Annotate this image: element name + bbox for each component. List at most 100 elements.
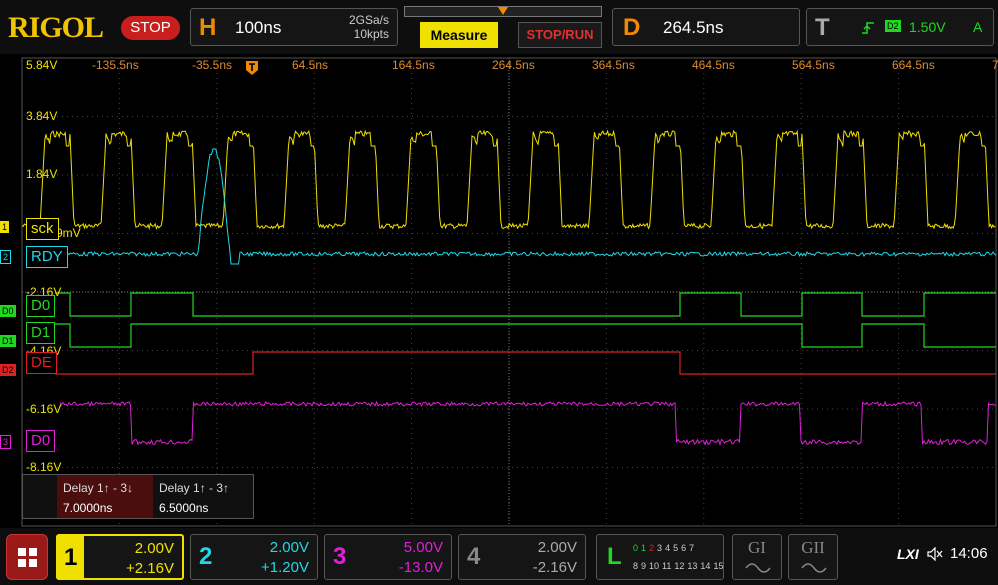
ch1-settings[interactable]: 1 2.00V +2.16V xyxy=(56,534,184,580)
d0-waveform xyxy=(55,292,996,317)
run-state-badge[interactable]: STOP xyxy=(121,16,180,40)
measure-button[interactable]: Measure xyxy=(420,22,498,48)
ch4-scale: 2.00V xyxy=(537,539,577,556)
trigger-letter: T xyxy=(815,14,830,41)
time-tick-7: 564.5ns xyxy=(792,58,835,72)
measurement-panel[interactable]: Delay 1↑ - 3↓ 7.0000ns Delay 1↑ - 3↑ 6.5… xyxy=(22,474,254,519)
delay-value: 264.5ns xyxy=(663,18,724,37)
measurement-1-value: 7.0000ns xyxy=(63,501,113,515)
time-tick-9: 764.5ns xyxy=(992,58,998,72)
ch2-number: 2 xyxy=(199,543,213,570)
logic-channel-8: 8 xyxy=(633,561,639,571)
grid-menu-icon xyxy=(18,548,37,567)
ch4-number: 4 xyxy=(467,543,481,570)
ch4-offset: -2.16V xyxy=(532,559,577,576)
waveform-area[interactable]: 5.84V 3.84V 1.84V 9mV -2.16V -4.16V -6.1… xyxy=(0,54,998,528)
logic-channel-7: 7 xyxy=(689,543,695,553)
time-tick-6: 464.5ns xyxy=(692,58,735,72)
volt-label-2: 1.84V xyxy=(26,167,58,181)
measurement-item-1[interactable]: Delay 1↑ - 3↓ 7.0000ns xyxy=(57,475,153,518)
sine-wave-icon xyxy=(745,563,771,573)
ch2-offset: +1.20V xyxy=(261,559,309,576)
volt-label-3: 9mV xyxy=(56,226,81,240)
ch3-label: D0 xyxy=(26,430,56,452)
clock: 14:06 xyxy=(950,545,988,562)
brand-logo: RIGOL xyxy=(8,11,104,44)
ch2-settings[interactable]: 2 2.00V +1.20V xyxy=(190,534,318,580)
logic-channel-9: 9 xyxy=(641,561,647,571)
logic-channel-2: 2 xyxy=(649,543,655,553)
ch3-scale: 5.00V xyxy=(403,539,443,556)
d1-label: D1 xyxy=(26,322,56,344)
top-status-bar: RIGOL STOP H 100ns 2GSa/s 10kpts Measure… xyxy=(0,0,998,54)
volt-label-m2: -8.16V xyxy=(26,460,62,474)
measurement-2-value: 6.5000ns xyxy=(159,501,209,515)
logic-channel-5: 5 xyxy=(673,543,679,553)
logic-channel-11: 11 xyxy=(662,561,672,571)
gen2-label: GII xyxy=(801,538,825,557)
time-tick-0: -135.5ns xyxy=(92,58,139,72)
waveform-canvas xyxy=(21,57,997,527)
menu-button[interactable] xyxy=(6,534,48,580)
trigger-marker-icon xyxy=(246,61,258,75)
ch1-offset: +2.16V xyxy=(126,560,174,577)
logic-channel-12: 12 xyxy=(674,561,685,571)
measurement-item-2[interactable]: Delay 1↑ - 3↑ 6.5000ns xyxy=(155,475,253,518)
time-tick-2: 64.5ns xyxy=(292,58,329,72)
waveform-position-bar[interactable] xyxy=(404,6,602,17)
ch1-label: sck xyxy=(26,218,59,240)
logic-channel-1: 1 xyxy=(641,543,647,553)
delay-panel[interactable]: D 264.5ns xyxy=(612,8,800,46)
d1-marker[interactable]: D1 xyxy=(0,335,16,347)
ch2-marker[interactable]: 2 xyxy=(0,250,12,264)
logic-channel-14: 14 xyxy=(700,561,711,571)
logic-channels-row2: 8 9 10 11 12 13 14 15 xyxy=(633,561,726,571)
horizontal-letter: H xyxy=(199,14,217,41)
speaker-muted-icon[interactable] xyxy=(927,547,943,561)
lxi-icon[interactable]: LXI xyxy=(897,546,919,562)
ch2-label: RDY xyxy=(26,246,68,268)
bottom-channel-bar: 1 2.00V +2.16V 2 2.00V +1.20V 3 5.00V -1… xyxy=(0,528,998,585)
ch3-settings[interactable]: 3 5.00V -13.0V xyxy=(324,534,452,580)
ch3-marker[interactable]: 3 xyxy=(0,435,12,449)
generator-1-button[interactable]: GI xyxy=(732,534,782,580)
memory-depth: 10kpts xyxy=(353,27,389,41)
d2-marker[interactable]: D2 xyxy=(0,364,16,376)
sample-rate: 2GSa/s xyxy=(348,13,389,27)
ch4-settings[interactable]: 4 2.00V -2.16V xyxy=(458,534,586,580)
de-waveform xyxy=(55,351,996,375)
time-tick-5: 364.5ns xyxy=(592,58,635,72)
logic-channel-10: 10 xyxy=(649,561,660,571)
ch3-number: 3 xyxy=(333,543,347,570)
generator-2-button[interactable]: GII xyxy=(788,534,838,580)
logic-channel-15: 15 xyxy=(713,561,724,571)
horizontal-panel[interactable]: H 100ns 2GSa/s 10kpts xyxy=(190,8,398,46)
sine-wave-icon xyxy=(801,563,827,573)
stop-run-button[interactable]: STOP/RUN xyxy=(518,22,602,48)
time-tick-3: 164.5ns xyxy=(392,58,435,72)
trigger-mode: A xyxy=(973,19,983,35)
trigger-level: 1.50V xyxy=(909,19,946,35)
d0-label: D0 xyxy=(26,295,56,317)
time-tick-4: 264.5ns xyxy=(492,58,535,72)
volt-label-1: 3.84V xyxy=(26,109,58,123)
ch3-waveform xyxy=(59,400,997,447)
logic-analyzer-settings[interactable]: L 01234567 8 9 10 11 12 13 14 15 xyxy=(596,534,724,580)
logic-letter: L xyxy=(607,543,622,570)
logic-channel-13: 13 xyxy=(687,561,698,571)
logic-channel-6: 6 xyxy=(681,543,687,553)
d0-marker[interactable]: D0 xyxy=(0,305,16,317)
ch1-marker[interactable]: 1 xyxy=(0,221,10,233)
ch3-offset: -13.0V xyxy=(398,559,443,576)
logic-channel-4: 4 xyxy=(665,543,671,553)
volt-label-top: 5.84V xyxy=(26,58,58,72)
rising-edge-icon xyxy=(862,22,874,34)
de-label: DE xyxy=(26,352,57,374)
logic-channel-0: 0 xyxy=(633,543,639,553)
measurement-2-name: Delay 1↑ - 3↑ xyxy=(159,481,230,495)
gen1-label: GI xyxy=(748,538,766,557)
trigger-source: D2 xyxy=(885,20,901,32)
trigger-panel[interactable]: T D2 1.50V A xyxy=(806,8,994,46)
time-tick-1: -35.5ns xyxy=(192,58,233,72)
logic-channels-row1: 01234567 xyxy=(633,543,697,553)
